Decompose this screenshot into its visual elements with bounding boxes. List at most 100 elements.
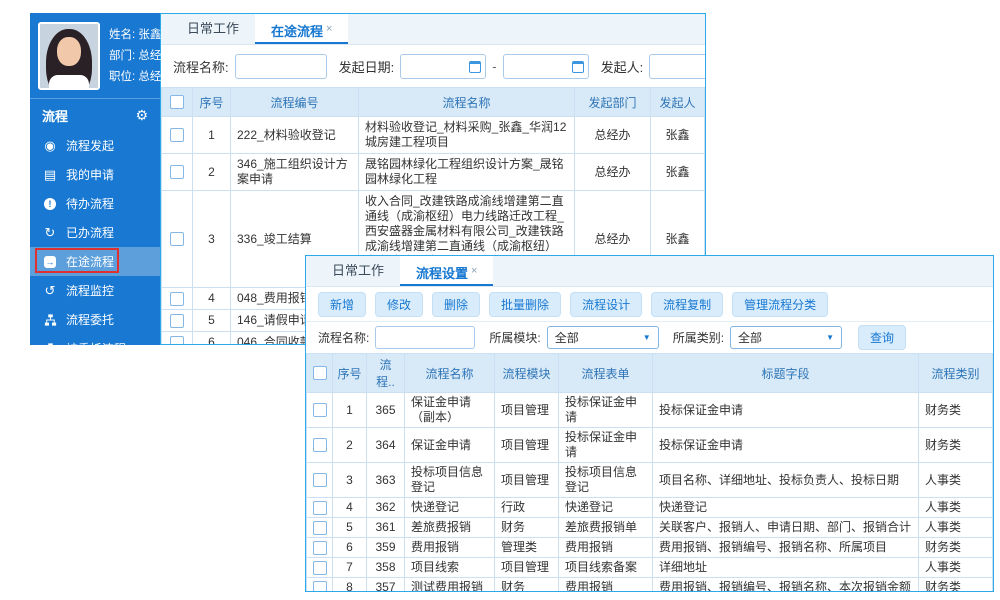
sidebar-item-label: 待办流程 xyxy=(66,195,114,212)
table-cell: 费用报销、报销编号、报销名称、本次报销金额 xyxy=(653,578,919,593)
table-cell: 2 xyxy=(193,154,231,191)
profile-position: 职位: 总经理 xyxy=(109,67,173,88)
sidebar-item-in-transit-processes[interactable]: →在途流程 xyxy=(30,247,160,276)
table-row: 1365保证金申请（副本）项目管理投标保证金申请投标保证金申请财务类 xyxy=(307,393,993,428)
in-transit-icon: → xyxy=(43,256,57,268)
row-checkbox[interactable] xyxy=(313,403,327,417)
delete-button[interactable]: 删除 xyxy=(432,292,480,317)
row-checkbox[interactable] xyxy=(170,128,184,142)
row-checkbox[interactable] xyxy=(313,541,327,555)
process-name-input-2[interactable] xyxy=(375,326,475,349)
table-cell: 8 xyxy=(333,578,367,593)
process-settings-table: 序号流程..流程名称流程模块流程表单标题字段流程类别1365保证金申请（副本）项… xyxy=(306,353,993,592)
row-checkbox-cell xyxy=(307,578,333,593)
select-all-checkbox[interactable] xyxy=(170,95,184,109)
table-row: 5361差旅费报销财务差旅费报销单关联客户、报销人、申请日期、部门、报销合计人事… xyxy=(307,518,993,538)
gear-icon[interactable]: ⚙ xyxy=(135,107,148,124)
row-checkbox-cell xyxy=(162,154,193,191)
row-checkbox[interactable] xyxy=(170,292,184,306)
row-checkbox[interactable] xyxy=(170,336,184,345)
calendar-icon[interactable] xyxy=(469,61,481,73)
row-checkbox-cell xyxy=(307,393,333,428)
table-cell: 361 xyxy=(367,518,405,538)
avatar xyxy=(38,22,100,90)
row-checkbox[interactable] xyxy=(313,501,327,515)
close-icon[interactable]: × xyxy=(326,23,332,35)
profile-department: 部门: 总经办 xyxy=(109,46,173,67)
sidebar-item-process-monitor[interactable]: ↺流程监控 xyxy=(30,276,160,305)
search-button[interactable]: 查询 xyxy=(858,325,906,350)
chevron-down-icon: ▼ xyxy=(826,333,834,342)
table-cell: 357 xyxy=(367,578,405,593)
row-checkbox[interactable] xyxy=(170,314,184,328)
sidebar-item-my-applications[interactable]: ▤我的申请 xyxy=(30,160,160,189)
table-row: 1222_材料验收登记材料验收登记_材料采购_张鑫_华润12城房建工程项目总经办… xyxy=(162,117,705,154)
category-select[interactable]: 全部 ▼ xyxy=(730,326,842,349)
module-select[interactable]: 全部 ▼ xyxy=(547,326,659,349)
table-header-row: 序号流程编号流程名称发起部门发起人 xyxy=(162,88,705,117)
row-checkbox-cell xyxy=(307,518,333,538)
sidebar-item-label: 已办流程 xyxy=(66,224,114,241)
table-row: 8357测试费用报销财务费用报销费用报销、报销编号、报销名称、本次报销金额财务类 xyxy=(307,578,993,593)
table-cell: 总经办 xyxy=(575,117,651,154)
row-checkbox[interactable] xyxy=(313,521,327,535)
edit-button[interactable]: 修改 xyxy=(375,292,423,317)
tab-daily-work[interactable]: 日常工作 xyxy=(171,14,255,44)
sidebar-item-label: 流程监控 xyxy=(66,282,114,299)
process-name-input[interactable] xyxy=(235,54,327,79)
row-checkbox-cell xyxy=(307,498,333,518)
table-cell: 快递登记 xyxy=(653,498,919,518)
header-checkbox-cell xyxy=(162,88,193,117)
sidebar-item-process-initiate[interactable]: ◉流程发起 xyxy=(30,131,160,160)
select-all-checkbox[interactable] xyxy=(313,366,327,380)
top-filter-bar: 流程名称: 发起日期: - 发起人: xyxy=(161,45,705,87)
table-cell: 2 xyxy=(333,428,367,463)
initiator-input[interactable] xyxy=(649,54,706,79)
tab-daily-work-2[interactable]: 日常工作 xyxy=(316,256,400,286)
tab-process-settings[interactable]: 流程设置× xyxy=(400,256,493,286)
calendar-icon[interactable] xyxy=(572,61,584,73)
sidebar-item-done-processes[interactable]: ↻已办流程 xyxy=(30,218,160,247)
sidebar-item-process-delegate[interactable]: 流程委托 xyxy=(30,305,160,334)
sidebar-item-label: 被委托流程 xyxy=(66,340,126,357)
row-checkbox[interactable] xyxy=(313,581,327,592)
table-cell: 保证金申请 xyxy=(405,428,495,463)
process-copy-button[interactable]: 流程复制 xyxy=(651,292,723,317)
table-cell: 总经办 xyxy=(575,154,651,191)
table-cell: 项目管理 xyxy=(495,393,559,428)
table-cell: 6 xyxy=(193,332,231,346)
process-settings-window: 日常工作 流程设置× 新增修改删除批量删除流程设计流程复制管理流程分类 流程名称… xyxy=(305,255,994,592)
row-checkbox[interactable] xyxy=(313,438,327,452)
chevron-down-icon: ▼ xyxy=(643,333,651,342)
category-select-value: 全部 xyxy=(738,329,762,346)
add-button[interactable]: 新增 xyxy=(318,292,366,317)
table-cell: 张鑫 xyxy=(651,154,705,191)
process-design-button[interactable]: 流程设计 xyxy=(570,292,642,317)
sidebar-item-delegated-processes[interactable]: 被委托流程 xyxy=(30,334,160,363)
table-cell: 详细地址 xyxy=(653,558,919,578)
row-checkbox[interactable] xyxy=(170,165,184,179)
table-cell: 346_施工组织设计方案申请 xyxy=(231,154,359,191)
table-cell: 5 xyxy=(193,310,231,332)
process-name-label: 流程名称: xyxy=(173,57,229,76)
module-select-value: 全部 xyxy=(555,329,579,346)
table-cell: 人事类 xyxy=(919,498,993,518)
sidebar-section-title: 流程 xyxy=(42,106,68,125)
table-cell: 项目名称、详细地址、投标负责人、投标日期 xyxy=(653,463,919,498)
row-checkbox[interactable] xyxy=(170,232,184,246)
table-cell: 费用报销、报销编号、报销名称、所属项目 xyxy=(653,538,919,558)
close-icon[interactable]: × xyxy=(471,265,477,277)
avatar-face xyxy=(57,37,81,66)
table-cell: 财务 xyxy=(495,578,559,593)
manage-process-category-button[interactable]: 管理流程分类 xyxy=(732,292,828,317)
sidebar-item-todo-processes[interactable]: !待办流程 xyxy=(30,189,160,218)
row-checkbox[interactable] xyxy=(313,561,327,575)
row-checkbox-cell xyxy=(307,463,333,498)
tab-in-transit-label: 在途流程 xyxy=(271,24,323,39)
table-cell: 费用报销 xyxy=(559,578,653,593)
batch-delete-button[interactable]: 批量删除 xyxy=(489,292,561,317)
row-checkbox[interactable] xyxy=(313,473,327,487)
row-checkbox-cell xyxy=(162,117,193,154)
table-cell: 3 xyxy=(333,463,367,498)
tab-in-transit[interactable]: 在途流程× xyxy=(255,14,348,44)
